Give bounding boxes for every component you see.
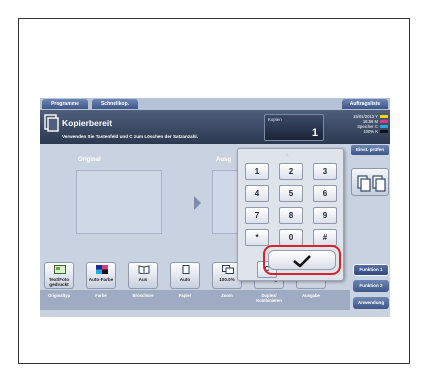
key-9[interactable]: 9 [313,207,337,224]
copier-screen: Programme Schnellkop. Auftragsliste Kopi… [40,98,390,317]
tab-quick-copy[interactable]: Schnellkop. [92,99,138,109]
function-key-2[interactable]: Auto-Farbe [86,262,116,289]
drag-handle[interactable]: ⁘ [285,153,289,159]
key-0[interactable]: 0 [279,229,303,246]
original-preview [76,170,162,234]
arrow-right-icon [194,196,201,210]
device-status: 15/01/2013 Y 16:56 M Speicher C 100% K [330,114,388,134]
key-1[interactable]: 1 [245,163,269,180]
ok-button[interactable] [268,250,336,270]
function-category: Ausgabe [302,293,320,298]
copy-document-icon [44,114,59,132]
function-value: Auto [179,277,191,282]
instruction-text: Verwenden Sie Tastenfeld und C zum Lösch… [62,134,198,139]
copies-value: 1 [311,127,318,139]
function-key-4[interactable]: Auto [170,262,200,289]
toner-cyan-level [380,125,388,129]
memory-value: 100% [363,129,375,134]
key-6[interactable]: 6 [313,185,337,202]
function-value: Text/Foto gedruckt [48,277,70,287]
function-value: Auto-Farbe [88,277,114,282]
page-title: Kopierbereit [62,118,113,128]
key-3[interactable]: 3 [313,163,337,180]
key-hash[interactable]: # [313,229,337,246]
function-value: Aus [138,277,148,282]
original-label: Original [78,157,101,163]
ok-highlight-ring [263,245,341,275]
key-8[interactable]: 8 [279,207,303,224]
output-label: Ausg [216,157,231,163]
function-2-button[interactable]: Funktion 2 [353,280,389,292]
key-2[interactable]: 2 [279,163,303,180]
checkmark-icon [293,255,311,268]
toner-yellow-level [380,115,388,119]
function-1-button[interactable]: Funktion 1 [353,264,389,276]
function-category: Duplex/ Kombinieren [256,293,282,303]
function-category: Papier [178,293,192,298]
status-header: Kopierbereit Verwenden Sie Tastenfeld un… [40,110,390,144]
function-key-3[interactable]: Aus [128,262,158,289]
function-key-1[interactable]: Text/Foto gedruckt [44,262,74,289]
key-5[interactable]: 5 [279,185,303,202]
top-tab-bar: Programme Schnellkop. Auftragsliste [40,98,390,110]
toner-magenta-level [380,120,388,124]
tab-job-list[interactable]: Auftragsliste [342,99,388,109]
key-4[interactable]: 4 [245,185,269,202]
function-category: Zoom [221,293,233,298]
duplex-preview-button[interactable] [351,168,389,196]
tab-programs[interactable]: Programme [42,99,88,109]
toner-black-level [380,130,388,134]
copies-display: Kopien 1 [264,114,324,141]
function-category: Broschüre [132,293,154,298]
application-button[interactable]: Anwendung [353,297,389,309]
copies-label: Kopien [268,117,282,122]
function-category: Originaltyp [47,293,71,298]
check-settings-button[interactable]: Einst. prüfen [351,145,389,155]
function-category: Farbe [95,293,107,298]
duplex-pages-icon [357,175,386,192]
key-7[interactable]: 7 [245,207,269,224]
key-star[interactable]: * [245,229,269,246]
